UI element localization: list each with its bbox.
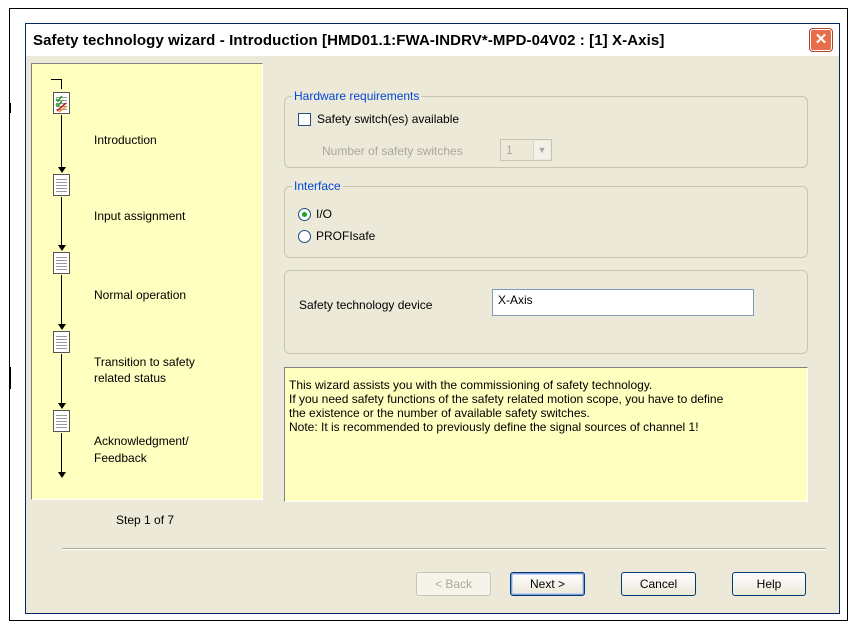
- back-button[interactable]: < Back: [416, 572, 491, 596]
- info-line: This wizard assists you with the commiss…: [289, 378, 653, 392]
- arrow-down-icon: [58, 324, 66, 330]
- step-label-introduction: Introduction: [94, 133, 157, 147]
- flow-line: [61, 79, 62, 89]
- close-icon: ✕: [814, 31, 828, 48]
- flow-line: [61, 433, 62, 473]
- flow-line: [61, 115, 62, 168]
- step-label-acknowledgment: Acknowledgment/: [94, 434, 189, 448]
- arrow-down-icon: [58, 403, 66, 409]
- flow-line: [61, 197, 62, 246]
- num-switches-label: Number of safety switches: [322, 144, 463, 158]
- checklist-doc-icon: [53, 92, 70, 114]
- cancel-button[interactable]: Cancel: [621, 572, 696, 596]
- step-label-acknowledgment-line2: Feedback: [94, 451, 147, 465]
- num-switches-value: 1: [506, 143, 513, 157]
- group-title-interface: Interface: [292, 179, 343, 193]
- radio-profisafe-label: PROFIsafe: [316, 229, 376, 243]
- flow-line: [61, 354, 62, 404]
- group-title-hardware: Hardware requirements: [292, 89, 422, 103]
- radio-profisafe[interactable]: [298, 230, 311, 243]
- document-icon: [53, 331, 70, 353]
- document-icon: [53, 174, 70, 196]
- step-label-transition-line2: related status: [94, 371, 167, 385]
- arrow-down-icon: [58, 472, 66, 478]
- radio-io[interactable]: [298, 208, 311, 221]
- device-name-input[interactable]: X-Axis: [492, 289, 754, 316]
- checkmark-icon: [55, 95, 68, 113]
- chevron-down-icon[interactable]: ▼: [533, 141, 550, 159]
- flow-line: [61, 275, 62, 325]
- title-bar: Safety technology wizard - Introduction …: [26, 24, 839, 56]
- step-counter: Step 1 of 7: [116, 513, 175, 527]
- num-switches-select[interactable]: 1 ▼: [500, 139, 552, 161]
- separator: [62, 548, 826, 550]
- dialog-title: Safety technology wizard - Introduction …: [33, 32, 665, 49]
- device-label: Safety technology device: [299, 298, 433, 312]
- margin-mark: [9, 103, 11, 113]
- steps-panel: Introduction Input assignment Normal ope…: [31, 63, 263, 500]
- document-icon: [53, 410, 70, 432]
- info-panel: This wizard assists you with the commiss…: [284, 367, 808, 502]
- help-button[interactable]: Help: [732, 572, 806, 596]
- safety-switch-label: Safety switch(es) available: [317, 112, 460, 126]
- document-icon: [53, 252, 70, 274]
- next-button[interactable]: Next >: [510, 572, 585, 596]
- info-line: the existence or the number of available…: [289, 406, 590, 420]
- step-label-normal-operation: Normal operation: [94, 288, 187, 302]
- info-line: Note: It is recommended to previously de…: [289, 420, 699, 434]
- step-label-input-assignment: Input assignment: [94, 209, 186, 223]
- interface-group: Interface: [284, 179, 808, 258]
- radio-io-label: I/O: [316, 207, 333, 221]
- arrow-down-icon: [58, 245, 66, 251]
- step-label-transition: Transition to safety: [94, 355, 195, 369]
- close-button[interactable]: ✕: [810, 29, 832, 51]
- info-line: If you need safety functions of the safe…: [289, 392, 724, 406]
- arrow-down-icon: [58, 167, 66, 173]
- margin-mark: [9, 367, 11, 389]
- safety-switch-checkbox[interactable]: [298, 113, 311, 126]
